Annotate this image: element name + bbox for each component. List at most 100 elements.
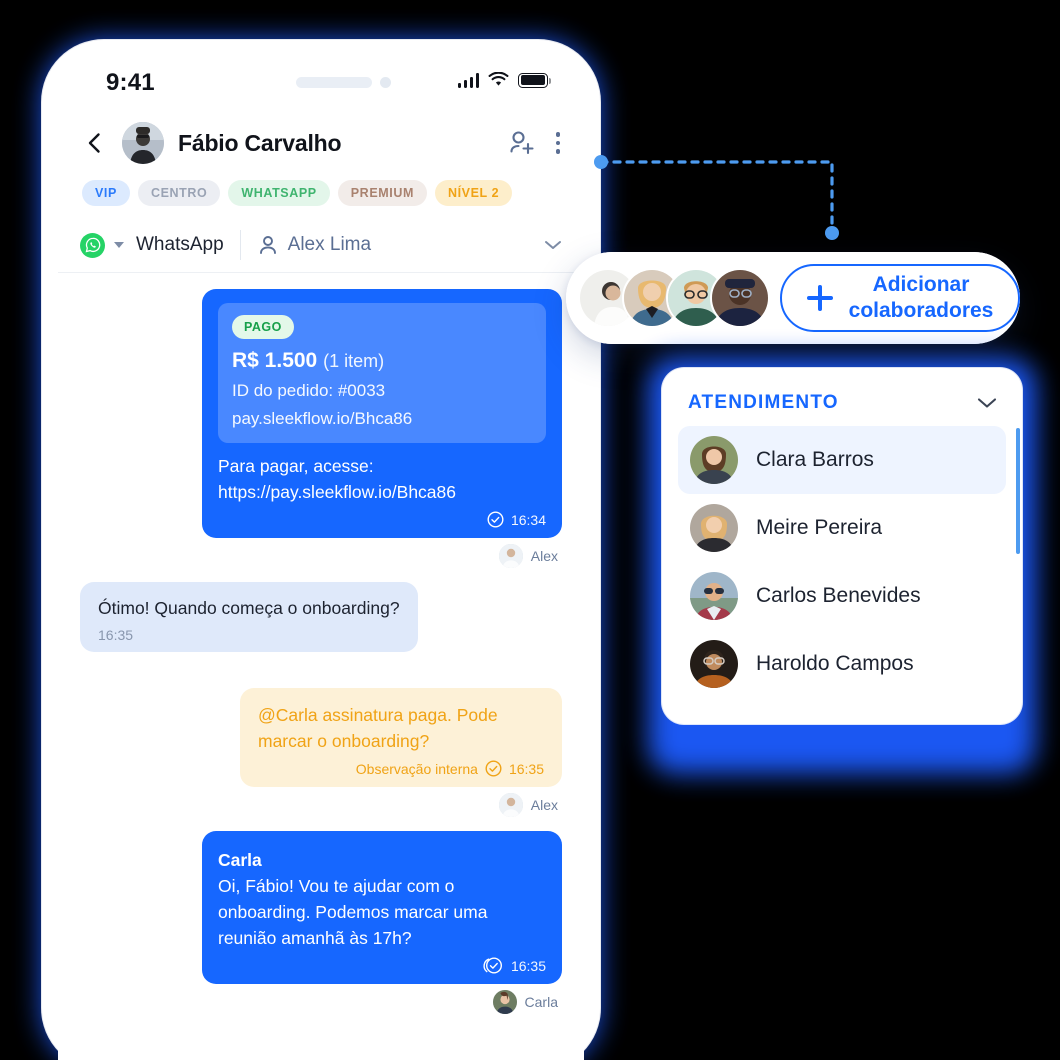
avatar xyxy=(498,544,523,568)
message-sender-meta: Alex xyxy=(80,793,558,817)
add-person-icon[interactable] xyxy=(506,128,536,158)
message-bubble-incoming[interactable]: Ótimo! Quando começa o onboarding? 16:35 xyxy=(80,582,418,652)
front-camera-dot xyxy=(380,77,391,88)
assignee-chevron-down-icon[interactable] xyxy=(544,239,562,251)
panel-title: ATENDIMENTO xyxy=(688,392,839,413)
internal-note-label: Observação interna xyxy=(355,760,478,777)
list-item[interactable]: Haroldo Campos xyxy=(678,630,1006,698)
tag-whatsapp[interactable]: WHATSAPP xyxy=(228,180,330,206)
message-time: 16:34 xyxy=(510,511,546,528)
list-item[interactable]: Carlos Benevides xyxy=(678,562,1006,630)
message-list: PAGO R$ 1.500 (1 item) ID do pedido: #00… xyxy=(58,273,584,1014)
message-sender-meta: Alex xyxy=(80,544,558,568)
avatar xyxy=(492,990,517,1014)
add-collaborators-label: Adicionar colaboradores xyxy=(849,272,994,324)
sender-name: Alex xyxy=(530,548,558,564)
message-row: Ótimo! Quando começa o onboarding? 16:35 xyxy=(80,582,562,652)
avatar xyxy=(690,504,738,552)
sender-name: Alex xyxy=(530,797,558,813)
person-icon xyxy=(259,236,276,254)
message-time: 16:35 xyxy=(510,957,546,974)
collaborator-avatars xyxy=(578,268,770,328)
message-text-line2[interactable]: https://pay.sleekflow.io/Bhca86 xyxy=(218,479,546,505)
order-amount: R$ 1.500 (1 item) xyxy=(232,349,532,373)
double-check-icon xyxy=(483,957,502,974)
status-bar-time: 9:41 xyxy=(106,69,155,96)
assignee-label[interactable]: Alex Lima xyxy=(288,234,371,256)
status-bar-icons xyxy=(457,72,552,88)
message-row: Carla Oi, Fábio! Vou te ajudar com o onb… xyxy=(80,831,562,984)
chat-header: Fábio Carvalho xyxy=(58,112,584,174)
avatar xyxy=(498,793,523,817)
tag-premium[interactable]: PREMIUM xyxy=(337,180,427,206)
avatar xyxy=(690,572,738,620)
status-badge: PAGO xyxy=(232,315,294,339)
contact-tags: VIP CENTRO WHATSAPP PREMIUM NÍVEL 2 xyxy=(58,174,584,206)
agent-name: Carla xyxy=(218,850,262,870)
agent-name: Clara Barros xyxy=(756,448,874,471)
agent-name: Carlos Benevides xyxy=(756,584,921,607)
avatar xyxy=(690,436,738,484)
message-stamp: 16:35 xyxy=(218,957,546,974)
order-id: ID do pedido: #0033 xyxy=(232,381,386,400)
screenshot-stage: 9:41 Fábio Carvalho VIP CENTRO WHATSAPP … xyxy=(0,0,1060,1060)
channel-chevron-icon[interactable] xyxy=(114,242,124,248)
add-label-line1: Adicionar xyxy=(872,273,970,296)
cellular-bars-icon xyxy=(457,72,479,88)
channel-selector-row: WhatsApp Alex Lima xyxy=(58,218,584,273)
phone-screen: 9:41 Fábio Carvalho VIP CENTRO WHATSAPP … xyxy=(58,56,584,1060)
order-card: PAGO R$ 1.500 (1 item) ID do pedido: #00… xyxy=(218,303,546,443)
chat-header-actions xyxy=(506,128,560,158)
atendimento-panel: ATENDIMENTO Clara Barros Meire Pereira C… xyxy=(662,368,1022,724)
avatar[interactable] xyxy=(710,268,770,328)
tag-nivel-2[interactable]: NÍVEL 2 xyxy=(434,180,513,206)
message-stamp: Observação interna 16:35 xyxy=(258,760,544,777)
message-text: Oi, Fábio! Vou te ajudar com o onboardin… xyxy=(218,876,488,948)
agent-name: Meire Pereira xyxy=(756,516,883,539)
message-stamp: 16:34 xyxy=(218,511,546,528)
message-text-line1: Para pagar, acesse: xyxy=(218,456,374,476)
message-stamp: 16:35 xyxy=(98,627,400,643)
message-bubble-agent-reply[interactable]: Carla Oi, Fábio! Vou te ajudar com o onb… xyxy=(202,831,562,984)
message-bubble-order[interactable]: PAGO R$ 1.500 (1 item) ID do pedido: #00… xyxy=(202,289,562,538)
tag-vip[interactable]: VIP xyxy=(82,180,130,206)
channel-label[interactable]: WhatsApp xyxy=(136,234,224,256)
list-item[interactable]: Clara Barros xyxy=(678,426,1006,494)
message-sender-meta: Carla xyxy=(80,990,558,1014)
order-pay-link[interactable]: pay.sleekflow.io/Bhca86 xyxy=(232,409,532,429)
order-amount-value: R$ 1.500 xyxy=(232,349,318,372)
contact-name: Fábio Carvalho xyxy=(178,129,342,156)
sender-name: Carla xyxy=(524,994,558,1010)
whatsapp-icon xyxy=(80,232,105,258)
plus-icon xyxy=(806,285,833,311)
dynamic-island-pill xyxy=(296,77,372,88)
message-bubble-internal-note[interactable]: @Carla assinatura paga. Pode marcar o on… xyxy=(240,688,562,787)
chevron-down-icon[interactable] xyxy=(976,396,998,410)
message-row: PAGO R$ 1.500 (1 item) ID do pedido: #00… xyxy=(80,289,562,538)
tag-centro[interactable]: CENTRO xyxy=(137,180,221,206)
add-collaborators-button[interactable]: Adicionar colaboradores xyxy=(780,264,1020,332)
message-text: Ótimo! Quando começa o onboarding? xyxy=(98,598,400,618)
atendimento-panel-header[interactable]: ATENDIMENTO xyxy=(662,368,1022,420)
status-bar: 9:41 xyxy=(58,56,584,112)
scrollbar-thumb[interactable] xyxy=(1016,428,1020,554)
check-circle-icon xyxy=(487,511,504,528)
add-label-line2: colaboradores xyxy=(848,299,994,322)
message-text: @Carla assinatura paga. Pode marcar o on… xyxy=(258,705,498,751)
message-row: @Carla assinatura paga. Pode marcar o on… xyxy=(80,688,562,787)
agent-name: Haroldo Campos xyxy=(756,652,914,675)
order-item-count: (1 item) xyxy=(323,351,385,371)
list-item[interactable]: Meire Pereira xyxy=(678,494,1006,562)
avatar xyxy=(690,640,738,688)
agent-list: Clara Barros Meire Pereira Carlos Benevi… xyxy=(662,420,1022,698)
message-time: 16:35 xyxy=(98,627,134,643)
collaborators-popup: Adicionar colaboradores xyxy=(566,252,1020,344)
battery-icon xyxy=(518,72,552,88)
message-time: 16:35 xyxy=(508,760,544,777)
back-chevron-icon[interactable] xyxy=(82,130,108,156)
check-circle-icon xyxy=(485,760,502,777)
kebab-menu-icon[interactable] xyxy=(555,132,560,154)
divider xyxy=(239,230,241,260)
contact-avatar[interactable] xyxy=(122,122,164,164)
wifi-icon xyxy=(488,72,509,86)
